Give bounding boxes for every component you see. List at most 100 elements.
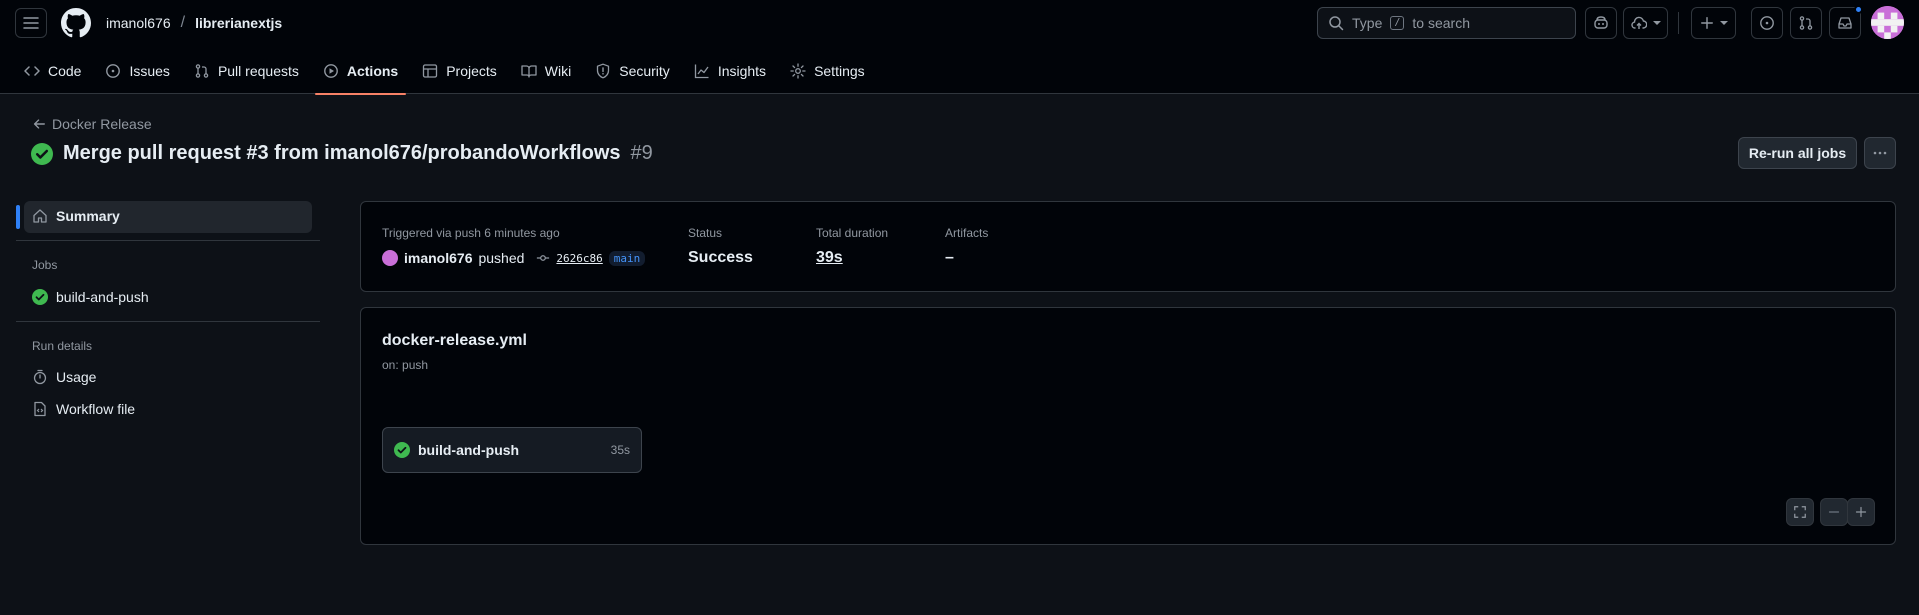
- job-name: build-and-push: [418, 442, 520, 458]
- back-to-workflow-link[interactable]: Docker Release: [32, 116, 152, 132]
- search-input[interactable]: Type / to search: [1317, 7, 1576, 39]
- tab-actions[interactable]: Actions: [314, 56, 407, 95]
- tab-label: Actions: [346, 63, 399, 79]
- notification-indicator: [1854, 5, 1863, 14]
- sidebar-item-label: Summary: [56, 208, 120, 224]
- user-avatar[interactable]: [1871, 6, 1904, 39]
- run-details-heading: Run details: [32, 339, 93, 353]
- tab-label: Security: [619, 63, 670, 79]
- workflow-graph-card: docker-release.yml on: push build-and-pu…: [360, 307, 1896, 545]
- sidebar-item-usage[interactable]: Usage: [32, 369, 96, 385]
- tab-label: Pull requests: [217, 63, 299, 79]
- search-icon: [1329, 16, 1344, 31]
- actor-avatar[interactable]: [382, 250, 398, 266]
- github-icon: [61, 8, 91, 38]
- workflow-name: Docker Release: [52, 116, 152, 132]
- rerun-all-jobs-button[interactable]: Re-run all jobs: [1738, 137, 1857, 169]
- search-placeholder-prefix: Type: [1352, 15, 1383, 31]
- header-divider: [1678, 12, 1679, 34]
- plus-icon: [1700, 17, 1713, 29]
- actor-link[interactable]: imanol676: [404, 250, 472, 266]
- search-shortcut-key: /: [1390, 16, 1405, 30]
- hamburger-icon: [23, 17, 39, 29]
- breadcrumb: imanol676 / librerianextjs: [106, 14, 282, 32]
- tab-security[interactable]: Security: [587, 56, 678, 86]
- arrow-left-icon: [33, 119, 45, 129]
- copilot-icon: [1594, 16, 1608, 29]
- tab-pull-requests[interactable]: Pull requests: [186, 56, 307, 86]
- copilot-button[interactable]: [1585, 7, 1617, 39]
- breadcrumb-separator: /: [180, 14, 186, 31]
- book-icon: [521, 65, 537, 78]
- tab-label: Code: [48, 63, 82, 79]
- trigger-text: Triggered via push 6 minutes ago: [382, 226, 560, 240]
- home-icon: [33, 209, 47, 223]
- file-code-icon: [34, 401, 46, 417]
- duration-value[interactable]: 39s: [816, 249, 843, 267]
- pull-requests-button[interactable]: [1790, 7, 1822, 39]
- push-info: imanol676 pushed 2626c86 main: [382, 250, 646, 266]
- tab-label: Settings: [814, 63, 865, 79]
- graph-icon: [694, 64, 709, 79]
- tab-label: Projects: [446, 63, 497, 79]
- pull-request-icon: [1799, 16, 1813, 30]
- chevron-down-icon: [1652, 21, 1661, 25]
- inbox-icon: [1838, 17, 1852, 29]
- commit-sha-link[interactable]: 2626c86: [556, 252, 602, 265]
- sidebar-divider: [16, 240, 320, 241]
- sidebar-divider: [16, 321, 320, 322]
- branch-badge[interactable]: main: [608, 250, 646, 266]
- codespaces-dropdown[interactable]: [1623, 7, 1668, 39]
- page-title: Merge pull request #3 from imanol676/pro…: [31, 142, 653, 165]
- check-circle-icon: [32, 289, 48, 305]
- tab-code[interactable]: Code: [16, 56, 89, 86]
- tab-label: Issues: [129, 63, 170, 79]
- tab-label: Wiki: [544, 63, 572, 79]
- more-options-button[interactable]: [1864, 137, 1896, 169]
- job-node[interactable]: build-and-push 35s: [382, 427, 642, 473]
- sidebar-item-label: build-and-push: [56, 289, 149, 305]
- sidebar-item-summary[interactable]: Summary: [32, 208, 120, 224]
- tab-wiki[interactable]: Wiki: [513, 56, 579, 86]
- push-action: pushed: [478, 250, 525, 266]
- minus-icon: [1828, 511, 1840, 513]
- zoom-in-button[interactable]: [1847, 498, 1875, 526]
- stopwatch-icon: [33, 369, 47, 385]
- github-logo[interactable]: [61, 8, 91, 38]
- sidebar-item-workflow-file[interactable]: Workflow file: [32, 401, 135, 417]
- chevron-down-icon: [1719, 21, 1728, 25]
- tab-insights[interactable]: Insights: [686, 56, 774, 86]
- job-duration: 35s: [610, 443, 630, 457]
- kebab-horizontal-icon: [1873, 151, 1887, 155]
- search-placeholder-suffix: to search: [1412, 15, 1470, 31]
- create-new-dropdown[interactable]: [1691, 7, 1736, 39]
- check-circle-icon: [394, 442, 410, 458]
- tab-issues[interactable]: Issues: [97, 56, 177, 86]
- gear-icon: [790, 63, 806, 79]
- run-number: #9: [630, 142, 653, 164]
- tab-settings[interactable]: Settings: [782, 56, 873, 86]
- zoom-out-button[interactable]: [1820, 498, 1848, 526]
- issues-button[interactable]: [1751, 7, 1783, 39]
- sidebar-item-label: Usage: [56, 369, 97, 385]
- check-circle-icon: [31, 142, 53, 165]
- cloud-upload-icon: [1630, 16, 1647, 29]
- global-header: imanol676 / librerianextjs Type / to sea…: [0, 0, 1919, 95]
- plus-icon: [1855, 506, 1867, 518]
- run-summary-card: Triggered via push 6 minutes ago imanol6…: [360, 201, 1896, 292]
- identicon-icon: [1871, 6, 1904, 39]
- shield-icon: [597, 63, 610, 79]
- tab-projects[interactable]: Projects: [414, 56, 505, 86]
- issue-icon: [1760, 16, 1774, 30]
- owner-link[interactable]: imanol676: [106, 15, 171, 31]
- fullscreen-icon: [1794, 506, 1806, 518]
- run-title: Merge pull request #3 from imanol676/pro…: [63, 142, 621, 164]
- fullscreen-button[interactable]: [1786, 498, 1814, 526]
- repo-link[interactable]: librerianextjs: [195, 15, 282, 31]
- code-icon: [24, 66, 40, 76]
- status-value: Success: [688, 249, 753, 266]
- menu-button[interactable]: [15, 8, 47, 38]
- pull-request-icon: [195, 64, 209, 78]
- sidebar-item-job[interactable]: build-and-push: [32, 289, 149, 305]
- workflow-file-name: docker-release.yml: [382, 332, 527, 349]
